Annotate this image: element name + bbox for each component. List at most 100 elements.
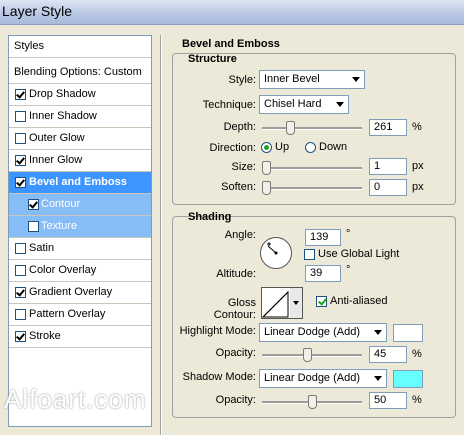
style-label: Style: [228, 74, 256, 86]
styles-header-label: Styles [14, 40, 44, 52]
size-unit: px [412, 160, 424, 172]
pattern-overlay-checkbox[interactable] [15, 309, 26, 320]
depth-unit: % [412, 121, 422, 133]
angle-input[interactable]: 139 [305, 229, 341, 246]
styles-header[interactable]: Styles [9, 36, 151, 58]
style-item-texture[interactable]: Texture [9, 216, 151, 238]
gloss-contour-label: Gloss Contour: [213, 297, 256, 321]
gradient-overlay-checkbox[interactable] [15, 287, 26, 298]
contour-curve-icon [261, 288, 302, 318]
slider-knob[interactable] [308, 395, 317, 409]
watermark: Alfoart.com [4, 384, 147, 414]
slider-track [262, 187, 362, 190]
shadow-color-swatch[interactable] [393, 370, 423, 388]
angle-indicator-icon [267, 242, 278, 255]
styles-list: Styles Blending Options: Custom Drop Sha… [8, 35, 152, 427]
bevel-style-value: Inner Bevel [264, 73, 320, 85]
angle-label: Angle: [224, 229, 256, 241]
slider-knob[interactable] [262, 161, 271, 175]
size-input[interactable]: 1 [369, 158, 407, 175]
window-title: Layer Style [2, 3, 73, 19]
size-label: Size: [231, 161, 256, 173]
anti-aliased-checkbox[interactable] [316, 296, 327, 307]
style-item-gradient-overlay[interactable]: Gradient Overlay [9, 282, 151, 304]
style-item-label: Outer Glow [29, 132, 85, 144]
shadow-mode-label: Shadow Mode: [182, 371, 256, 383]
technique-value: Chisel Hard [264, 98, 322, 110]
drop-shadow-checkbox[interactable] [15, 89, 26, 100]
contour-checkbox[interactable] [28, 199, 39, 210]
style-item-pattern-overlay[interactable]: Pattern Overlay [9, 304, 151, 326]
global-light-checkbox[interactable] [304, 249, 315, 260]
satin-checkbox[interactable] [15, 243, 26, 254]
highlight-mode-select[interactable]: Linear Dodge (Add) [259, 323, 387, 342]
style-item-satin[interactable]: Satin [9, 238, 151, 260]
texture-checkbox[interactable] [28, 221, 39, 232]
shadow-opacity-input[interactable]: 50 [369, 392, 407, 409]
direction-down-radio[interactable] [305, 142, 316, 153]
style-item-label: Satin [29, 242, 55, 254]
shadow-opacity-slider[interactable] [262, 395, 362, 409]
chevron-down-icon [352, 77, 360, 82]
style-item-label: Gradient Overlay [29, 286, 113, 298]
gloss-contour-picker[interactable] [261, 287, 303, 319]
direction-down-label: Down [319, 141, 348, 153]
style-item-inner-shadow[interactable]: Inner Shadow [9, 106, 151, 128]
structure-title: Structure [188, 53, 237, 65]
inner-shadow-checkbox[interactable] [15, 111, 26, 122]
bevel-emboss-checkbox[interactable] [15, 177, 26, 188]
inner-glow-checkbox[interactable] [15, 155, 26, 166]
bevel-style-select[interactable]: Inner Bevel [259, 70, 365, 89]
slider-knob[interactable] [286, 121, 295, 135]
direction-up-radio[interactable] [261, 142, 272, 153]
soften-unit: px [412, 181, 424, 193]
depth-input[interactable]: 261 [369, 119, 407, 136]
slider-track [262, 354, 362, 357]
slider-track [262, 167, 362, 170]
depth-label: Depth: [223, 121, 256, 133]
depth-slider[interactable] [262, 121, 362, 135]
shadow-opacity-label: Opacity: [215, 394, 256, 406]
highlight-mode-value: Linear Dodge (Add) [264, 326, 361, 338]
stroke-checkbox[interactable] [15, 331, 26, 342]
highlight-color-swatch[interactable] [393, 324, 423, 342]
style-item-contour[interactable]: Contour [9, 194, 151, 216]
soften-input[interactable]: 0 [369, 179, 407, 196]
slider-track [262, 127, 362, 130]
color-overlay-checkbox[interactable] [15, 265, 26, 276]
style-item-outer-glow[interactable]: Outer Glow [9, 128, 151, 150]
highlight-opacity-input[interactable]: 45 [369, 346, 407, 363]
title-bar: Layer Style [0, 0, 464, 25]
highlight-opacity-slider[interactable] [262, 348, 362, 362]
altitude-unit: ° [346, 264, 351, 276]
style-item-stroke[interactable]: Stroke [9, 326, 151, 348]
style-item-label: Inner Shadow [29, 110, 97, 122]
style-item-bevel-emboss[interactable]: Bevel and Emboss [9, 172, 151, 194]
style-item-label: Color Overlay [29, 264, 97, 276]
style-item-label: Pattern Overlay [29, 308, 106, 320]
style-item-color-overlay[interactable]: Color Overlay [9, 260, 151, 282]
shadow-mode-select[interactable]: Linear Dodge (Add) [259, 369, 387, 388]
panel-divider [160, 35, 162, 435]
style-item-label: Inner Glow [29, 154, 83, 166]
shading-title: Shading [188, 211, 232, 223]
slider-knob[interactable] [262, 181, 271, 195]
shadow-mode-value: Linear Dodge (Add) [264, 372, 361, 384]
altitude-input[interactable]: 39 [305, 265, 341, 282]
technique-select[interactable]: Chisel Hard [259, 95, 349, 114]
style-item-label: Drop Shadow [29, 88, 96, 100]
highlight-opacity-unit: % [412, 348, 422, 360]
direction-label: Direction: [209, 142, 256, 154]
slider-knob[interactable] [303, 348, 312, 362]
highlight-opacity-label: Opacity: [215, 347, 256, 359]
direction-up-label: Up [275, 141, 290, 153]
global-light-label: Use Global Light [318, 248, 400, 260]
soften-slider[interactable] [262, 181, 362, 195]
style-item-inner-glow[interactable]: Inner Glow [9, 150, 151, 172]
angle-wheel[interactable] [260, 237, 292, 269]
blending-options[interactable]: Blending Options: Custom [9, 62, 151, 84]
outer-glow-checkbox[interactable] [15, 133, 26, 144]
size-slider[interactable] [262, 161, 362, 175]
style-item-drop-shadow[interactable]: Drop Shadow [9, 84, 151, 106]
highlight-mode-label: Highlight Mode: [179, 325, 256, 337]
